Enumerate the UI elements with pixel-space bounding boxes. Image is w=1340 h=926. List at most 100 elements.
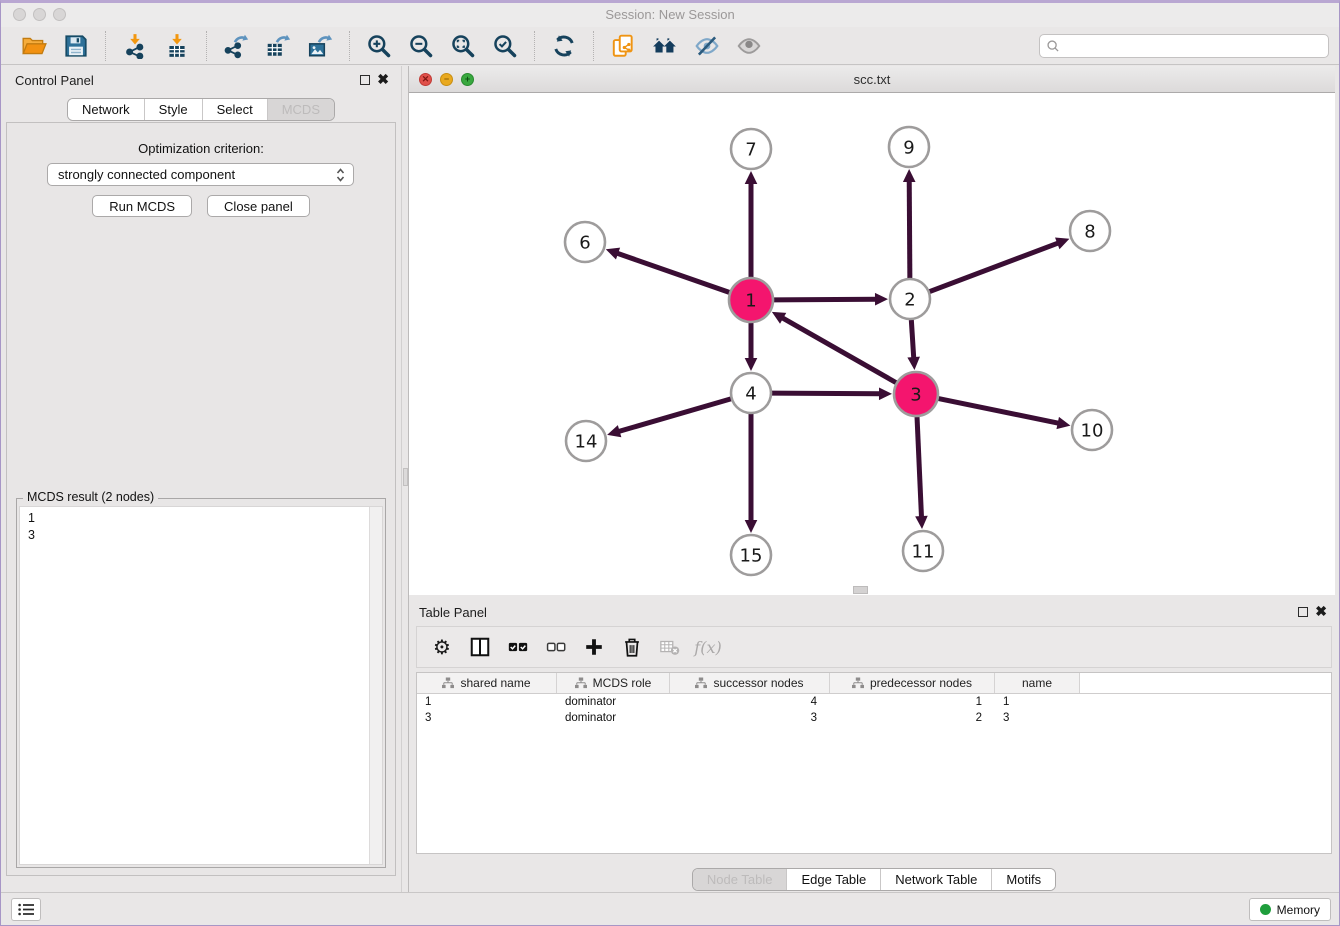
table-cell[interactable]: 2 [830, 710, 995, 726]
graph-node-label-6: 6 [579, 232, 590, 253]
column-layout-icon[interactable] [465, 632, 495, 662]
settings-gear-icon[interactable]: ⚙ [427, 632, 457, 662]
toolbar-separator [206, 31, 207, 61]
edge-1-2[interactable] [774, 299, 877, 300]
splitter-handle[interactable] [403, 468, 408, 486]
tab-select[interactable]: Select [202, 99, 267, 120]
delete-table-icon[interactable] [655, 632, 685, 662]
network-canvas[interactable]: 7968124314101511 [409, 93, 1335, 595]
result-scrollbar[interactable] [369, 507, 382, 864]
search-icon [1046, 39, 1061, 54]
graph-node-label-1: 1 [745, 290, 756, 311]
table-cell[interactable]: 1 [995, 694, 1080, 710]
edge-3-10[interactable] [939, 399, 1060, 424]
edge-arrowhead [745, 520, 758, 533]
tab-node-table[interactable]: Node Table [693, 869, 787, 890]
show-all-networks-icon[interactable] [650, 31, 680, 61]
column-header-shared-name[interactable]: shared name [417, 673, 557, 693]
table-cell[interactable]: 4 [670, 694, 830, 710]
run-mcds-button[interactable]: Run MCDS [92, 195, 192, 217]
control-panel-title: Control Panel [15, 73, 94, 88]
zoom-selected-icon[interactable] [490, 31, 520, 61]
show-selected-icon[interactable] [734, 31, 764, 61]
table-cell[interactable]: 1 [830, 694, 995, 710]
edge-arrowhead [875, 293, 888, 306]
search-field[interactable] [1039, 34, 1329, 58]
dropdown-stepper-icon [336, 167, 345, 183]
tab-style[interactable]: Style [144, 99, 202, 120]
task-history-button[interactable] [11, 898, 41, 921]
edge-4-3[interactable] [772, 393, 881, 394]
table-float-icon[interactable] [1298, 607, 1308, 617]
table-row[interactable]: 3dominator323 [417, 710, 1331, 726]
toolbar-separator [593, 31, 594, 61]
refresh-layout-icon[interactable] [549, 31, 579, 61]
copy-views-icon[interactable] [608, 31, 638, 61]
table-close-icon[interactable]: ✖ [1315, 603, 1327, 620]
table-cell[interactable]: 1 [417, 694, 557, 710]
column-header-predecessor-nodes[interactable]: predecessor nodes [830, 673, 995, 693]
search-input[interactable] [1061, 36, 1328, 56]
network-view-window: ✕ − + scc.txt 7968124314101511 [409, 66, 1335, 595]
save-session-icon[interactable] [61, 31, 91, 61]
column-header-successor-nodes[interactable]: successor nodes [670, 673, 830, 693]
edge-1-6[interactable] [616, 253, 729, 293]
criterion-dropdown[interactable]: strongly connected component [47, 163, 354, 186]
edge-arrowhead [745, 358, 758, 371]
table-row[interactable]: 1dominator411 [417, 694, 1331, 710]
close-panel-button[interactable]: Close panel [207, 195, 310, 217]
zoom-in-icon[interactable] [364, 31, 394, 61]
float-panel-icon[interactable] [360, 75, 370, 85]
table-cell[interactable]: 3 [995, 710, 1080, 726]
tab-network[interactable]: Network [68, 99, 144, 120]
add-column-icon[interactable] [579, 632, 609, 662]
open-session-icon[interactable] [19, 31, 49, 61]
tab-motifs[interactable]: Motifs [991, 869, 1055, 890]
attribute-tree-icon [575, 677, 587, 689]
delete-column-icon[interactable] [617, 632, 647, 662]
select-all-checkboxes-icon[interactable] [503, 632, 533, 662]
tab-edge-table[interactable]: Edge Table [786, 869, 880, 890]
memory-button[interactable]: Memory [1249, 898, 1331, 921]
export-table-icon[interactable] [263, 31, 293, 61]
tab-network-table[interactable]: Network Table [880, 869, 991, 890]
mcds-result-list[interactable]: 13 [19, 506, 383, 865]
network-resize-handle[interactable] [853, 586, 868, 594]
hide-selected-icon[interactable] [692, 31, 722, 61]
zoom-fit-icon[interactable] [448, 31, 478, 61]
table-cell[interactable]: dominator [557, 694, 670, 710]
main-toolbar [1, 27, 1339, 65]
edge-4-14[interactable] [618, 399, 731, 432]
export-image-icon[interactable] [305, 31, 335, 61]
memory-label: Memory [1277, 903, 1320, 917]
table-panel-title: Table Panel [419, 605, 487, 620]
attribute-tree-icon [442, 677, 454, 689]
panel-splitter[interactable] [401, 66, 409, 892]
deselect-all-checkboxes-icon[interactable] [541, 632, 571, 662]
export-network-icon[interactable] [221, 31, 251, 61]
memory-status-icon [1260, 904, 1271, 915]
import-table-icon[interactable] [162, 31, 192, 61]
node-table[interactable]: shared nameMCDS rolesuccessor nodesprede… [416, 672, 1332, 854]
column-header-name[interactable]: name [995, 673, 1080, 693]
edge-3-1[interactable] [781, 317, 896, 382]
app-titlebar: Session: New Session [1, 3, 1339, 27]
import-network-icon[interactable] [120, 31, 150, 61]
edge-2-9[interactable] [909, 180, 910, 278]
table-cell[interactable]: dominator [557, 710, 670, 726]
function-builder-icon[interactable]: f(x) [693, 632, 723, 662]
edge-arrowhead [907, 357, 920, 370]
edge-2-8[interactable] [930, 243, 1059, 292]
control-panel: Control Panel ✖ NetworkStyleSelectMCDS O… [1, 66, 401, 892]
zoom-out-icon[interactable] [406, 31, 436, 61]
table-cell[interactable]: 3 [417, 710, 557, 726]
network-window-titlebar[interactable]: ✕ − + scc.txt [409, 66, 1335, 93]
attribute-tree-icon [695, 677, 707, 689]
tab-mcds[interactable]: MCDS [267, 99, 334, 120]
edge-2-3[interactable] [911, 320, 913, 359]
table-cell[interactable]: 3 [670, 710, 830, 726]
close-panel-icon[interactable]: ✖ [377, 71, 389, 88]
column-header-MCDS-role[interactable]: MCDS role [557, 673, 670, 693]
edge-3-11[interactable] [917, 417, 922, 518]
mcds-result-title: MCDS result (2 nodes) [23, 490, 158, 504]
